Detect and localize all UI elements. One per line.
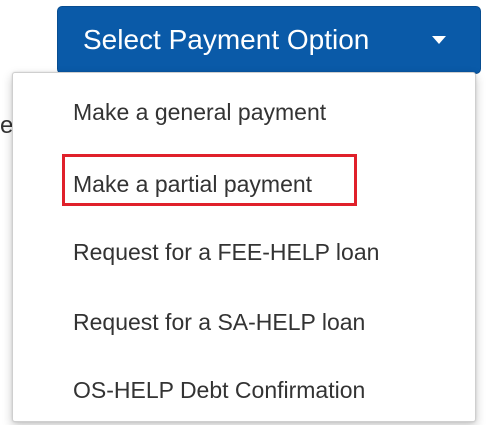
menu-item-partial-payment[interactable]: Make a partial payment xyxy=(13,157,475,211)
menu-item-os-help-debt-confirmation[interactable]: OS-HELP Debt Confirmation xyxy=(13,363,475,417)
menu-item-sa-help-loan[interactable]: Request for a SA-HELP loan xyxy=(13,295,475,349)
caret-down-icon xyxy=(432,36,446,44)
page: e Select Payment Option Make a general p… xyxy=(0,0,487,425)
payment-options-menu: Make a general payment Make a partial pa… xyxy=(12,72,476,422)
select-payment-option-label: Select Payment Option xyxy=(83,24,370,55)
menu-item-general-payment[interactable]: Make a general payment xyxy=(13,85,475,139)
select-payment-option-button[interactable]: Select Payment Option xyxy=(57,6,481,74)
menu-item-fee-help-loan[interactable]: Request for a FEE-HELP loan xyxy=(13,225,475,279)
